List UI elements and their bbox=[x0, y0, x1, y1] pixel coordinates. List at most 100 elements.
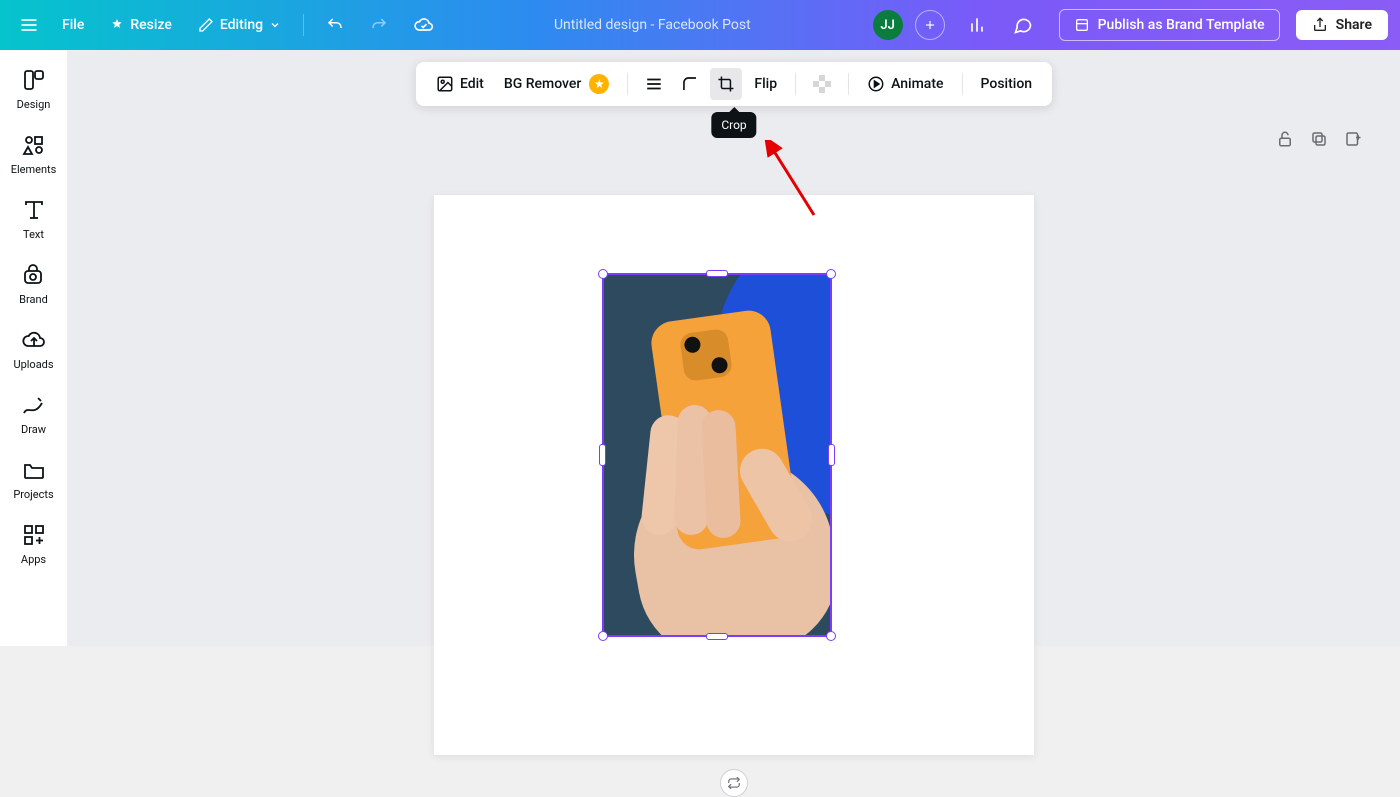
separator bbox=[962, 73, 963, 95]
transparency-button[interactable] bbox=[806, 68, 838, 100]
document-title[interactable]: Untitled design - Facebook Post bbox=[554, 17, 751, 33]
sidebar-item-elements[interactable]: Elements bbox=[11, 133, 57, 176]
text-icon bbox=[22, 198, 46, 222]
comment-button[interactable] bbox=[1003, 9, 1043, 41]
hamburger-menu-button[interactable] bbox=[12, 8, 46, 42]
pro-badge-icon bbox=[589, 74, 609, 94]
divider bbox=[303, 14, 304, 36]
share-icon bbox=[1312, 17, 1328, 33]
image-content bbox=[604, 275, 830, 635]
animate-icon bbox=[867, 75, 885, 93]
cloud-sync-button[interactable] bbox=[404, 9, 444, 41]
sidebar-label: Elements bbox=[11, 163, 57, 176]
resize-handle-l[interactable] bbox=[599, 444, 606, 466]
publish-label: Publish as Brand Template bbox=[1098, 17, 1265, 33]
comment-icon bbox=[1013, 15, 1033, 35]
copy-icon bbox=[1310, 130, 1328, 148]
sidebar-item-projects[interactable]: Projects bbox=[13, 458, 53, 501]
sidebar-item-draw[interactable]: Draw bbox=[21, 393, 46, 436]
editing-label: Editing bbox=[220, 17, 263, 33]
redo-icon bbox=[370, 16, 388, 34]
animate-label: Animate bbox=[891, 76, 943, 92]
separator bbox=[795, 73, 796, 95]
selected-image[interactable] bbox=[602, 273, 832, 637]
position-label: Position bbox=[981, 76, 1033, 92]
sidebar-item-apps[interactable]: Apps bbox=[21, 523, 46, 566]
animate-button[interactable]: Animate bbox=[859, 69, 951, 99]
resize-handle-br[interactable] bbox=[826, 631, 836, 641]
undo-button[interactable] bbox=[316, 10, 354, 40]
crop-icon bbox=[717, 75, 735, 93]
uploads-icon bbox=[22, 328, 46, 352]
resize-handle-bl[interactable] bbox=[598, 631, 608, 641]
template-icon bbox=[1074, 17, 1090, 33]
sidebar-label: Uploads bbox=[13, 358, 53, 371]
resize-handle-tl[interactable] bbox=[598, 269, 608, 279]
projects-icon bbox=[22, 458, 46, 482]
flip-button[interactable]: Flip bbox=[746, 70, 785, 98]
sidebar-item-design[interactable]: Design bbox=[17, 68, 51, 111]
bg-remover-label: BG Remover bbox=[504, 76, 582, 92]
top-bar: File Resize Editing Untitled design - Fa… bbox=[0, 0, 1400, 50]
page-switch-button[interactable] bbox=[720, 769, 748, 797]
add-member-button[interactable] bbox=[915, 10, 945, 40]
insights-button[interactable] bbox=[957, 9, 997, 41]
pencil-icon bbox=[198, 17, 214, 33]
undo-icon bbox=[326, 16, 344, 34]
chevron-down-icon bbox=[269, 19, 281, 31]
apps-icon bbox=[22, 523, 46, 547]
canvas-wrapper bbox=[434, 195, 1034, 755]
separator bbox=[627, 73, 628, 95]
resize-menu[interactable]: Resize bbox=[100, 11, 182, 39]
sync-icon bbox=[727, 776, 741, 790]
separator bbox=[848, 73, 849, 95]
position-button[interactable]: Position bbox=[973, 70, 1041, 98]
sidebar-label: Draw bbox=[21, 423, 46, 436]
design-icon bbox=[22, 68, 46, 92]
canvas-area: Edit BG Remover Flip bbox=[68, 50, 1400, 646]
line-style-button[interactable] bbox=[638, 68, 670, 100]
draw-icon bbox=[21, 393, 45, 417]
sidebar-item-uploads[interactable]: Uploads bbox=[13, 328, 53, 371]
resize-label: Resize bbox=[130, 17, 172, 33]
sidebar-item-text[interactable]: Text bbox=[22, 198, 46, 241]
duplicate-page-button[interactable] bbox=[1308, 128, 1330, 150]
resize-icon bbox=[110, 18, 124, 32]
resize-handle-r[interactable] bbox=[828, 444, 835, 466]
add-page-button[interactable] bbox=[1342, 128, 1364, 150]
share-button[interactable]: Share bbox=[1296, 10, 1388, 40]
sidebar-label: Brand bbox=[19, 293, 48, 306]
brand-icon bbox=[21, 263, 45, 287]
resize-handle-b[interactable] bbox=[706, 633, 728, 640]
page-utilities bbox=[1274, 128, 1364, 150]
image-edit-icon bbox=[436, 75, 454, 93]
add-page-icon bbox=[1344, 130, 1362, 148]
editing-mode-menu[interactable]: Editing bbox=[188, 11, 291, 39]
user-avatar[interactable]: JJ bbox=[873, 10, 903, 40]
bg-remover-button[interactable]: BG Remover bbox=[496, 68, 618, 100]
crop-button[interactable] bbox=[710, 68, 742, 100]
app-body: Design Elements Text Brand Uploads Draw … bbox=[0, 50, 1400, 646]
cloud-check-icon bbox=[414, 15, 434, 35]
corner-rounding-button[interactable] bbox=[674, 68, 706, 100]
plus-icon bbox=[923, 18, 937, 32]
sidebar-item-brand[interactable]: Brand bbox=[19, 263, 48, 306]
corner-icon bbox=[681, 75, 699, 93]
redo-button[interactable] bbox=[360, 10, 398, 40]
design-page[interactable] bbox=[434, 195, 1034, 755]
flip-label: Flip bbox=[754, 76, 777, 92]
edit-image-button[interactable]: Edit bbox=[428, 69, 492, 99]
crop-tooltip: Crop bbox=[711, 112, 756, 138]
context-toolbar: Edit BG Remover Flip bbox=[416, 62, 1052, 106]
file-menu[interactable]: File bbox=[52, 11, 94, 39]
lock-button[interactable] bbox=[1274, 128, 1296, 150]
sidebar-label: Text bbox=[23, 228, 44, 241]
resize-handle-t[interactable] bbox=[706, 270, 728, 277]
publish-button[interactable]: Publish as Brand Template bbox=[1059, 9, 1280, 41]
elements-icon bbox=[22, 133, 46, 157]
sidebar-label: Projects bbox=[13, 488, 53, 501]
resize-handle-tr[interactable] bbox=[826, 269, 836, 279]
lock-icon bbox=[1276, 130, 1294, 148]
edit-label: Edit bbox=[460, 76, 484, 92]
chart-icon bbox=[967, 15, 987, 35]
